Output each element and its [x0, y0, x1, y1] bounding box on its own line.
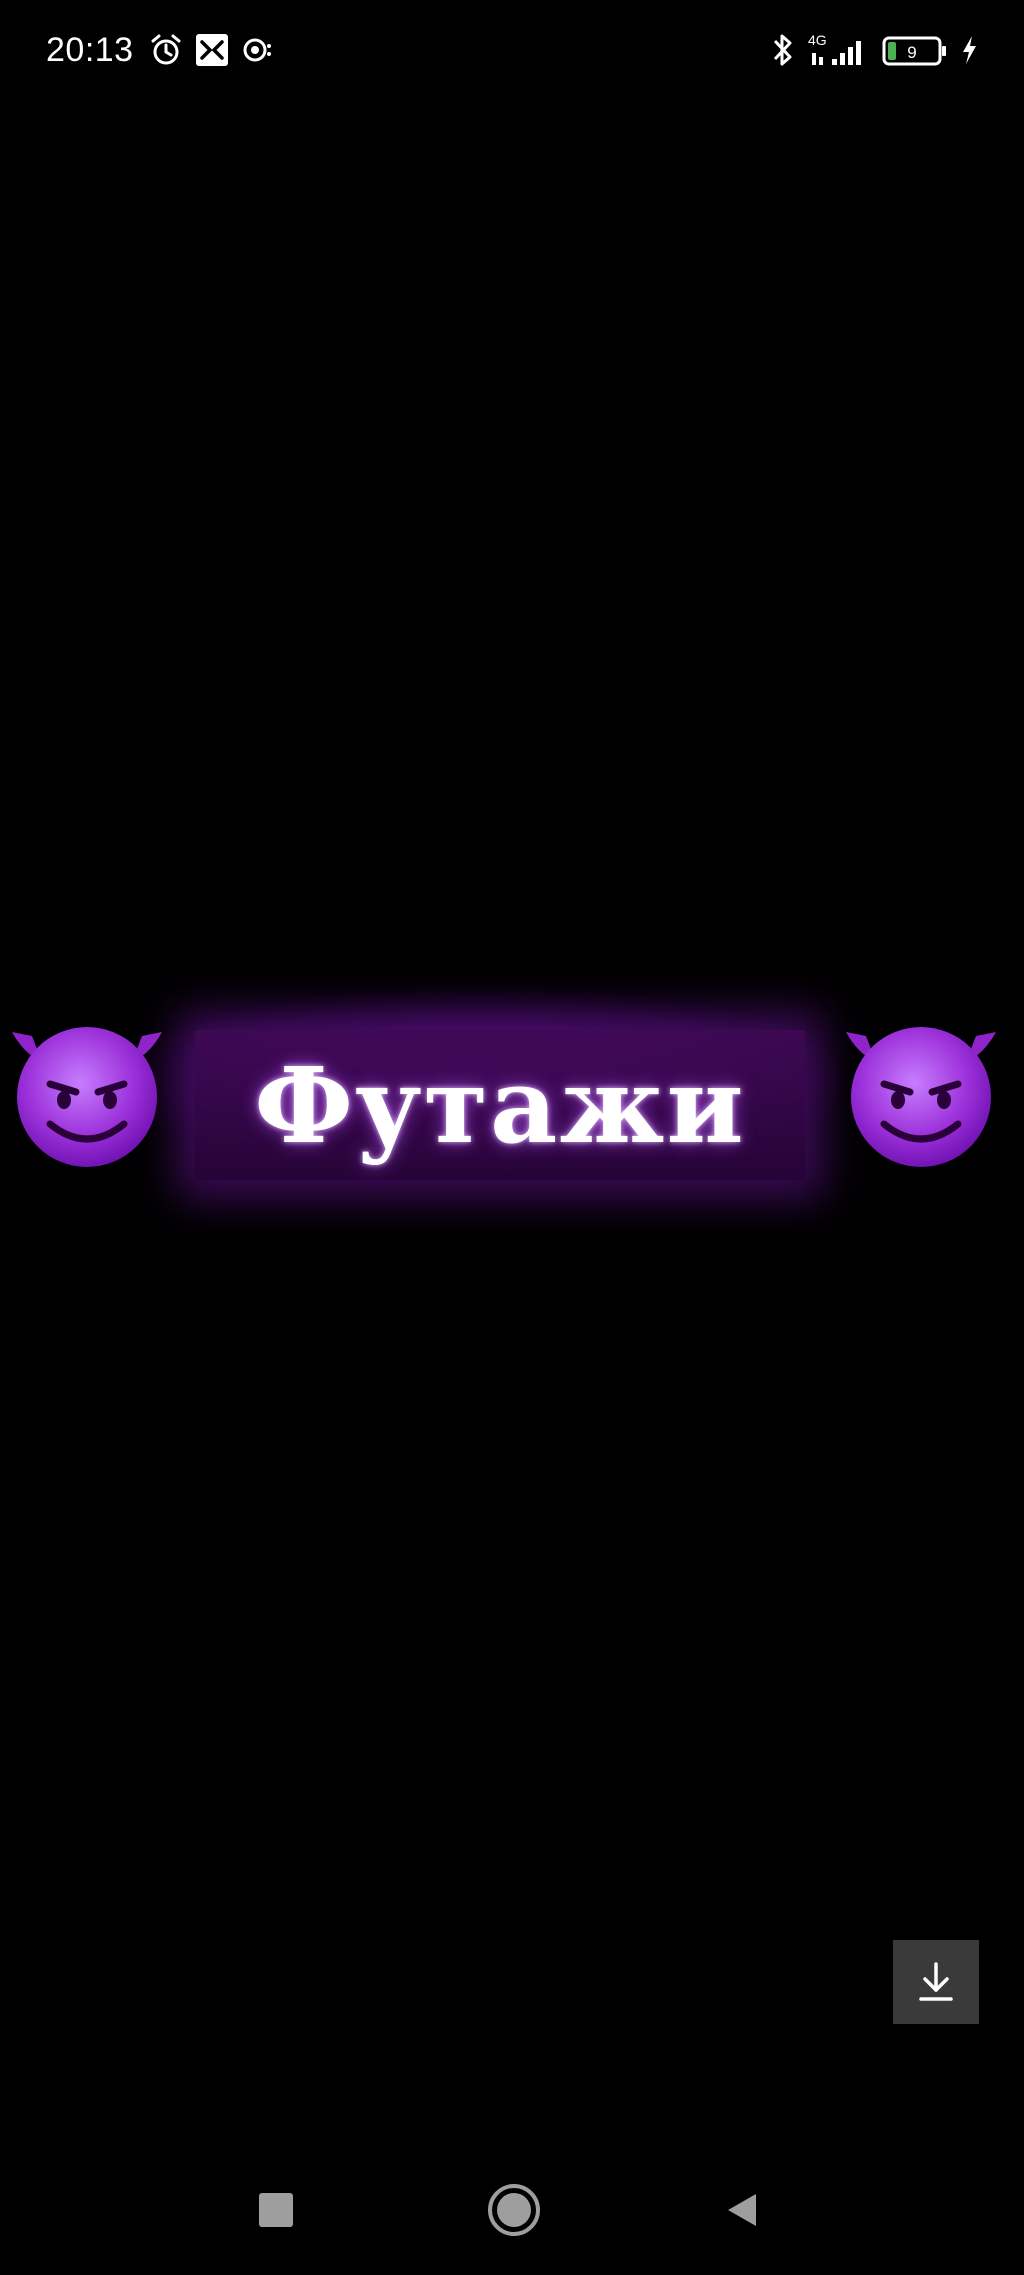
- alarm-icon: [148, 32, 184, 68]
- battery-icon: 9: [882, 32, 948, 68]
- video-frame: Футажи: [0, 930, 1024, 1260]
- video-title: Футажи: [254, 1043, 746, 1167]
- app-notification-icon: [194, 32, 230, 68]
- battery-level: 9: [907, 43, 916, 62]
- status-time: 20:13: [46, 30, 134, 69]
- download-icon: [919, 1962, 953, 2001]
- download-button[interactable]: [893, 1940, 979, 2024]
- signal-4g-icon: 4G: [808, 31, 870, 69]
- back-button[interactable]: [712, 2180, 772, 2240]
- status-right-group: 4G 9: [770, 26, 978, 74]
- recent-apps-button[interactable]: [246, 2180, 306, 2240]
- smiling-devil-emoji-left: [2, 992, 172, 1172]
- network-label: 4G: [808, 32, 827, 48]
- status-bar: 20:13 4G 9: [0, 0, 1024, 100]
- home-icon: [488, 2184, 540, 2236]
- charging-icon: [960, 34, 978, 66]
- status-left-group: 20:13: [46, 26, 274, 74]
- navigation-bar: [0, 2150, 1024, 2275]
- smiling-devil-emoji-right: [836, 992, 1006, 1172]
- home-button[interactable]: [480, 2176, 548, 2244]
- screen-record-icon: [240, 33, 274, 67]
- back-icon: [728, 2194, 756, 2226]
- recent-apps-icon: [259, 2193, 293, 2227]
- bluetooth-icon: [770, 31, 796, 69]
